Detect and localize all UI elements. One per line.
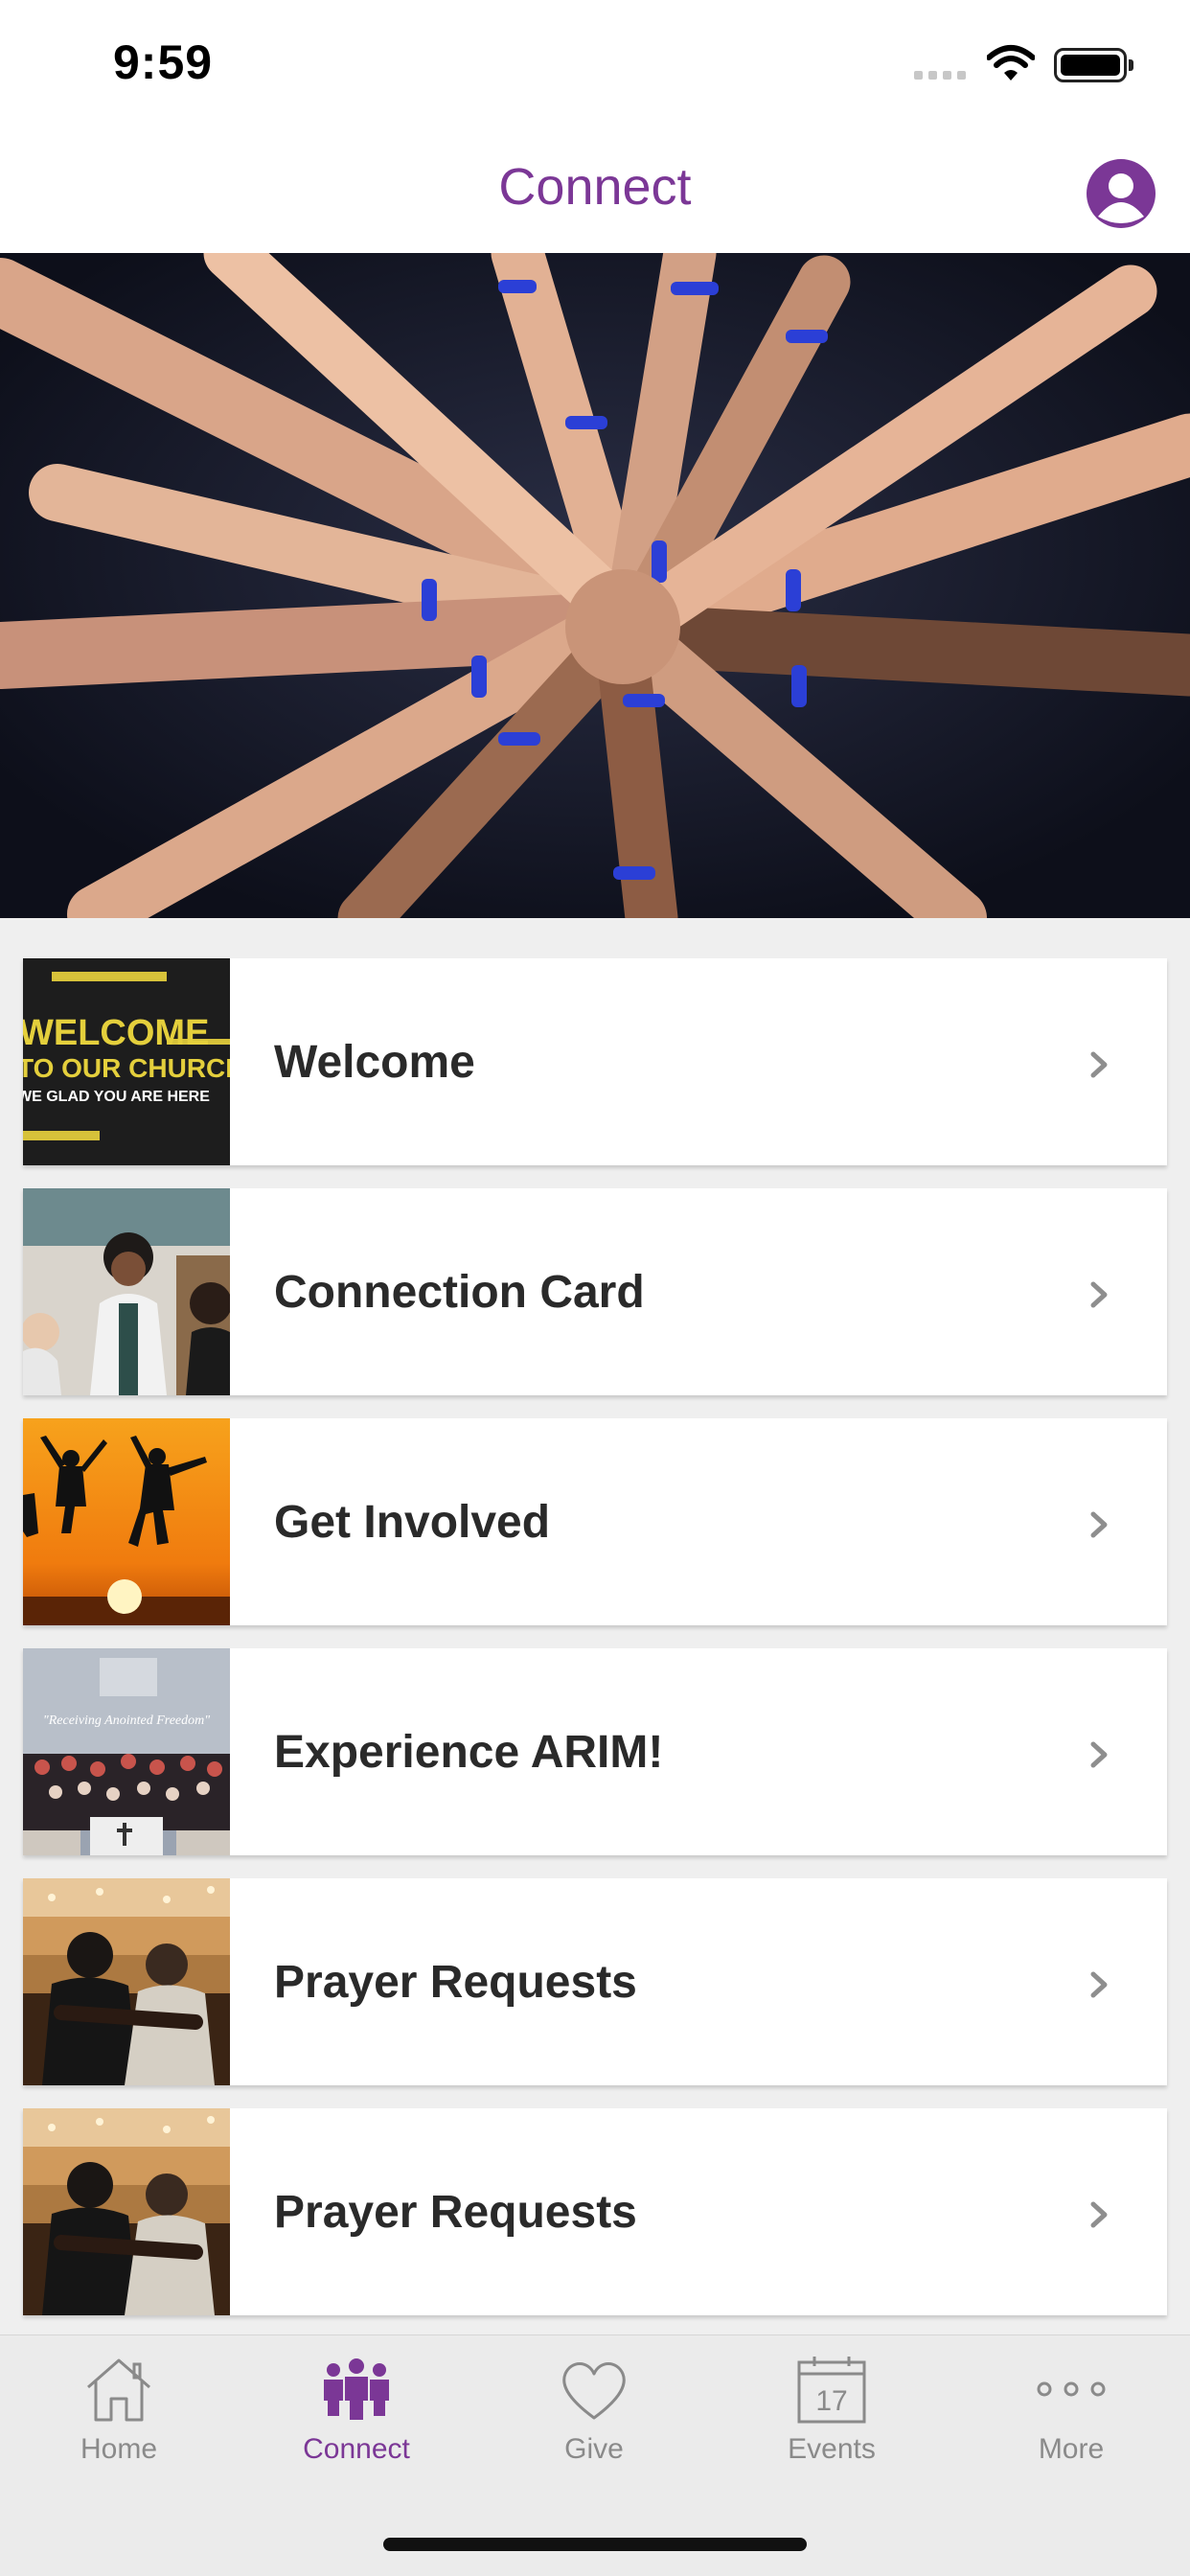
list-item-label: Prayer Requests bbox=[274, 1956, 637, 2008]
list-item-label: Experience ARIM! bbox=[274, 1726, 664, 1778]
chevron-right-icon bbox=[1090, 1511, 1108, 1538]
get-involved-thumbnail bbox=[23, 1418, 230, 1625]
list-item-prayer-requests[interactable]: Prayer Requests bbox=[23, 2108, 1167, 2315]
tab-label: Give bbox=[564, 2433, 624, 2465]
list-item-label: Get Involved bbox=[274, 1496, 551, 1548]
tab-home[interactable]: Home bbox=[0, 2351, 238, 2466]
list-item-label: Welcome bbox=[274, 1036, 475, 1088]
list-item-label: Prayer Requests bbox=[274, 2186, 637, 2238]
home-indicator[interactable] bbox=[383, 2538, 807, 2551]
wifi-icon bbox=[987, 45, 1035, 80]
tab-connect[interactable]: Connect bbox=[238, 2351, 475, 2466]
nav-bar: Connect bbox=[0, 134, 1190, 253]
page-title: Connect bbox=[498, 158, 692, 216]
more-icon bbox=[1037, 2381, 1106, 2397]
list-item-experience-arim[interactable]: "Receiving Anointed Freedom" Experience … bbox=[23, 1648, 1167, 1855]
connect-list: WELCOME TO OUR CHURCH WE GLAD YOU ARE HE… bbox=[23, 958, 1167, 2338]
chevron-right-icon bbox=[1090, 1281, 1108, 1308]
people-icon bbox=[324, 2358, 389, 2420]
thumb-text: WELCOME bbox=[23, 1013, 210, 1053]
prayer-requests-thumbnail bbox=[23, 2108, 230, 2315]
list-item-connection-card[interactable]: Connection Card bbox=[23, 1188, 1167, 1395]
list-item-get-involved[interactable]: Get Involved bbox=[23, 1418, 1167, 1625]
profile-icon bbox=[1089, 162, 1153, 225]
home-icon bbox=[87, 2358, 150, 2422]
calendar-icon: 17 bbox=[797, 2357, 866, 2424]
chevron-right-icon bbox=[1090, 1051, 1108, 1078]
welcome-thumbnail: WELCOME TO OUR CHURCH WE GLAD YOU ARE HE… bbox=[23, 958, 230, 1165]
tab-more[interactable]: More bbox=[952, 2351, 1190, 2466]
list-item-welcome[interactable]: WELCOME TO OUR CHURCH WE GLAD YOU ARE HE… bbox=[23, 958, 1167, 1165]
tab-label: Home bbox=[80, 2433, 158, 2465]
status-bar: 9:59 bbox=[0, 0, 1190, 134]
list-item-label: Connection Card bbox=[274, 1266, 645, 1318]
tab-label: Connect bbox=[303, 2433, 410, 2465]
thumb-text: WE GLAD YOU ARE HERE bbox=[23, 1089, 210, 1105]
connection-card-thumbnail bbox=[23, 1188, 230, 1395]
tab-label: More bbox=[1038, 2433, 1105, 2465]
hero-image bbox=[0, 253, 1190, 918]
battery-icon bbox=[1054, 48, 1133, 82]
tab-events[interactable]: 17 Events bbox=[713, 2351, 950, 2466]
experience-arim-thumbnail: "Receiving Anointed Freedom" bbox=[23, 1648, 230, 1855]
thumb-text: "Receiving Anointed Freedom" bbox=[42, 1714, 211, 1728]
chevron-right-icon bbox=[1090, 2201, 1108, 2228]
cellular-signal-icon bbox=[914, 71, 966, 80]
thumb-text: TO OUR CHURCH bbox=[23, 1053, 230, 1083]
tab-give[interactable]: Give bbox=[475, 2351, 713, 2466]
chevron-right-icon bbox=[1090, 1971, 1108, 1998]
chevron-right-icon bbox=[1090, 1741, 1108, 1768]
status-time: 9:59 bbox=[113, 35, 214, 89]
calendar-date-text: 17 bbox=[815, 2385, 847, 2417]
list-item-prayer-requests[interactable]: Prayer Requests bbox=[23, 1878, 1167, 2085]
heart-icon bbox=[562, 2362, 626, 2420]
profile-button[interactable] bbox=[1087, 159, 1156, 228]
tab-label: Events bbox=[788, 2433, 876, 2465]
prayer-requests-thumbnail bbox=[23, 1878, 230, 2085]
